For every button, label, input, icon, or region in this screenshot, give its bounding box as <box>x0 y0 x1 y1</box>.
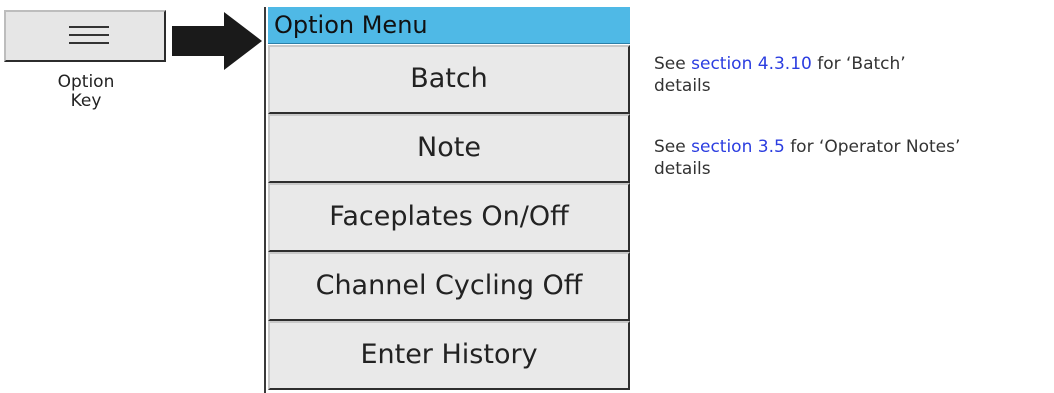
option-key[interactable] <box>4 10 166 62</box>
option-menu: Option Menu Batch Note Faceplates On/Off… <box>264 7 630 393</box>
batch-note-line2: details <box>654 76 711 96</box>
operator-notes-note-line1: See section 3.5 for ‘Operator Notes’ <box>654 136 1054 158</box>
batch-note: See section 4.3.10 for ‘Batch’ details <box>654 53 1054 97</box>
section-3-5-link[interactable]: section 3.5 <box>691 137 785 157</box>
menu-item-faceplates[interactable]: Faceplates On/Off <box>268 183 630 252</box>
note-suffix: for ‘Operator Notes’ <box>784 137 961 157</box>
menu-item-batch[interactable]: Batch <box>268 45 630 114</box>
option-key-caption-line1: Option <box>57 72 115 92</box>
menu-item-note[interactable]: Note <box>268 114 630 183</box>
menu-item-channel-cycling[interactable]: Channel Cycling Off <box>268 252 630 321</box>
option-key-caption-line2: Key <box>70 91 102 111</box>
option-key-caption: Option Key <box>0 73 172 111</box>
menu-item-enter-history[interactable]: Enter History <box>268 321 630 390</box>
menu-title: Option Menu <box>268 7 630 44</box>
operator-notes-note-line2: details <box>654 159 711 179</box>
note-suffix: for ‘Batch’ <box>811 54 906 74</box>
note-prefix: See <box>654 137 692 157</box>
right-arrow-icon <box>172 12 262 70</box>
note-prefix: See <box>654 54 692 74</box>
operator-notes-note: See section 3.5 for ‘Operator Notes’ det… <box>654 136 1054 180</box>
section-4-3-10-link[interactable]: section 4.3.10 <box>691 54 812 74</box>
batch-note-line1: See section 4.3.10 for ‘Batch’ <box>654 53 1054 75</box>
menu-lines-icon <box>69 26 109 48</box>
